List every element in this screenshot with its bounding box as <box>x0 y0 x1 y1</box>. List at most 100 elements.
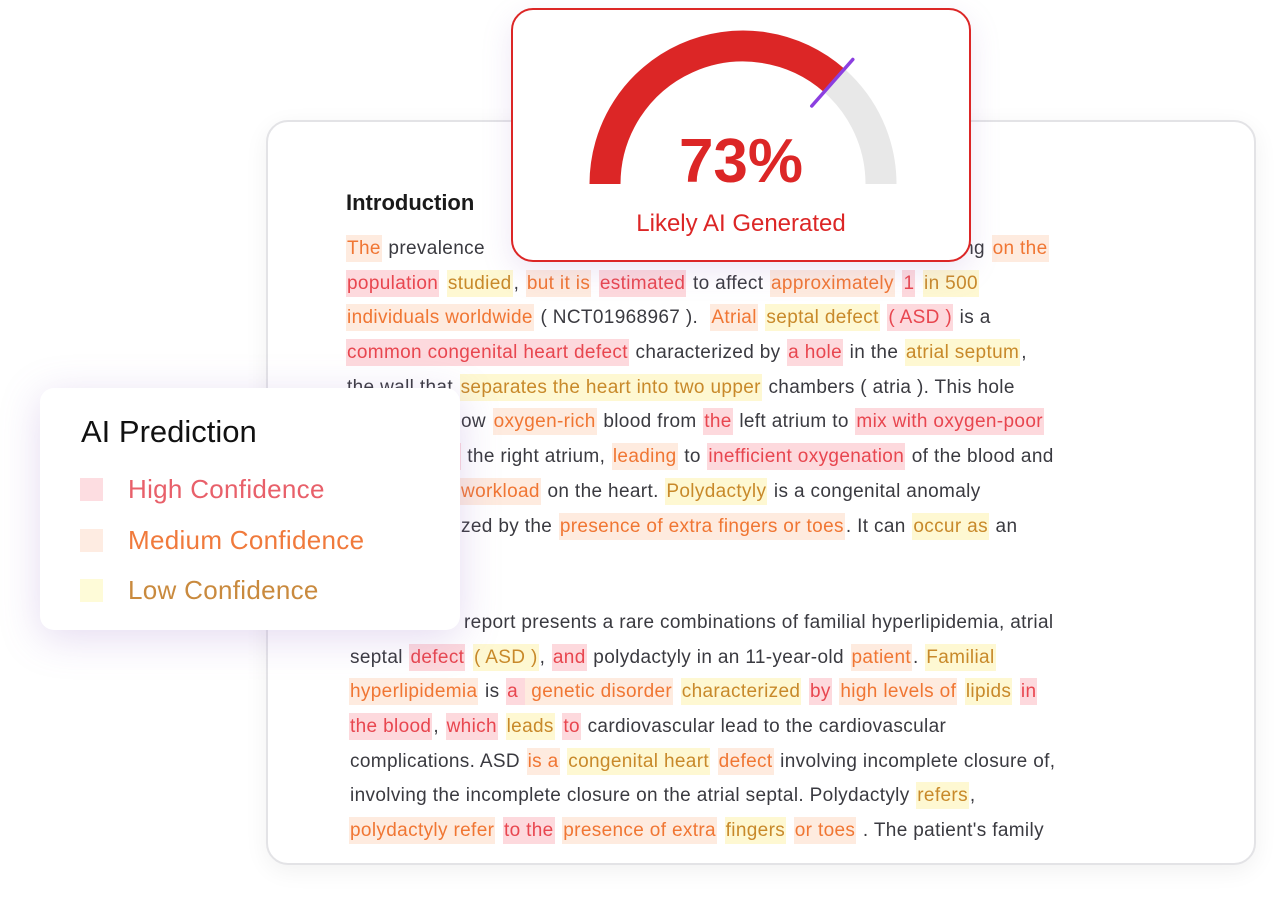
text-line: population studied, but it is estimated … <box>346 267 1055 302</box>
high-confidence-highlight: 1 <box>902 269 916 297</box>
high-confidence-highlight: common congenital heart defect <box>346 339 629 367</box>
medium-confidence-highlight: hyperlipidemia <box>349 678 479 706</box>
plain-text <box>786 817 794 844</box>
plain-text: is a congenital anomaly <box>768 480 981 502</box>
medium-confidence-highlight: high levels of <box>839 678 958 706</box>
medium-confidence-highlight: is a <box>526 747 560 775</box>
plain-text: , <box>969 785 976 807</box>
plain-text: . <box>913 646 925 668</box>
medium-confidence-highlight: presence of extra fingers or toes <box>558 512 845 540</box>
low-confidence-highlight: fingers <box>724 817 787 845</box>
high-confidence-highlight: inefficient oxygenation <box>707 443 906 471</box>
paragraph-2: report presents a rare combinations of f… <box>349 606 1056 849</box>
high-confidence-highlight: and <box>551 643 587 671</box>
text-line: septal defect ( ASD ), and polydactyly i… <box>349 641 1056 676</box>
low-confidence-highlight: characterized <box>680 678 802 706</box>
plain-text: to affect <box>687 272 770 294</box>
medium-confidence-highlight: patient <box>850 643 913 671</box>
medium-confidence-highlight: defect <box>717 747 774 775</box>
medium-confidence-highlight: leading <box>611 443 678 471</box>
plain-text: , <box>513 272 525 294</box>
low-confidence-highlight: refers <box>916 782 969 810</box>
text-line: polydactyly refer to the presence of ext… <box>349 814 1056 849</box>
high-confidence-highlight: the <box>703 408 733 436</box>
high-confidence-highlight: defect <box>409 643 466 671</box>
legend-item-medium: Medium Confidence <box>80 525 364 555</box>
plain-text <box>717 817 725 844</box>
low-confidence-highlight: congenital heart <box>567 747 711 775</box>
legend-label: Low Confidence <box>128 574 319 605</box>
plain-text: involving incomplete closure of, <box>774 750 1056 772</box>
plain-text <box>1012 678 1020 705</box>
low-confidence-highlight: separates the heart into two upper <box>459 373 762 401</box>
plain-text: . It can <box>845 515 912 537</box>
plain-text <box>673 678 681 705</box>
high-confidence-highlight: in <box>1019 678 1038 706</box>
low-confidence-highlight: ( ASD ) <box>472 643 539 671</box>
legend-title: AI Prediction <box>81 414 257 449</box>
low-confidence-highlight: atrial septum <box>904 339 1021 367</box>
plain-text: report presents a rare combinations of f… <box>464 612 1054 633</box>
high-confidence-highlight: a <box>506 678 525 706</box>
plain-text: prevalence <box>382 238 491 259</box>
document-title: Introduction <box>346 190 475 215</box>
medium-confidence-highlight: genetic disorder <box>524 678 674 706</box>
plain-text: of the blood and <box>906 446 1054 468</box>
plain-text: is a <box>954 307 991 329</box>
plain-text <box>495 817 503 844</box>
plain-text <box>465 644 473 671</box>
high-confidence-swatch <box>80 477 103 501</box>
plain-text <box>439 270 447 297</box>
plain-text <box>710 748 718 775</box>
plain-text <box>801 678 809 705</box>
gauge-percent: 73% <box>678 127 804 196</box>
high-confidence-highlight: ( ASD ) <box>887 304 954 332</box>
high-confidence-highlight: mix with oxygen-poor <box>855 408 1044 436</box>
low-confidence-highlight: septal defect <box>765 304 880 332</box>
plain-text: left atrium to <box>733 411 855 433</box>
plain-text: is <box>479 681 506 703</box>
high-confidence-highlight: population <box>346 269 440 297</box>
plain-text: cardiovascular lead to the cardiovascula… <box>581 716 947 738</box>
plain-text: an <box>989 515 1018 537</box>
plain-text <box>915 270 923 297</box>
medium-confidence-highlight: Atrial <box>710 304 758 332</box>
ai-prediction-legend: AI Prediction High Confidence Medium Con… <box>40 388 460 630</box>
plain-text: blood from <box>597 411 703 433</box>
low-confidence-highlight: occur as <box>912 512 989 540</box>
plain-text: chambers ( atria ). This hole <box>762 376 1015 398</box>
text-line: complications. ASD is a congenital heart… <box>349 745 1056 780</box>
plain-text: the right atrium, <box>461 446 611 468</box>
medium-confidence-highlight: approximately <box>770 269 895 297</box>
plain-text: . The patient's family <box>857 820 1044 842</box>
low-confidence-highlight: Familial <box>925 643 996 671</box>
ai-score-gauge-card: 73% Likely AI Generated <box>511 8 971 262</box>
low-confidence-highlight: Polydactyly <box>665 477 768 505</box>
medium-confidence-highlight: presence of extra <box>562 817 717 845</box>
plain-text: , <box>1021 342 1027 364</box>
plain-text: septal <box>350 646 409 668</box>
high-confidence-highlight: by <box>808 678 832 706</box>
text-line: common congenital heart defect character… <box>346 336 1055 371</box>
plain-text: in the <box>844 342 904 364</box>
plain-text: characterized by <box>629 342 787 364</box>
medium-confidence-highlight: polydactyly refer <box>349 817 496 845</box>
legend-item-high: High Confidence <box>80 474 325 504</box>
plain-text: on the heart. <box>541 480 665 502</box>
plain-text: zed by the <box>461 515 558 537</box>
plain-text <box>591 270 599 297</box>
text-line: the blood, which leads to cardiovascular… <box>349 710 1056 745</box>
legend-label: Medium Confidence <box>128 524 365 555</box>
medium-confidence-highlight: but it is <box>525 269 592 297</box>
medium-confidence-highlight: oxygen-rich <box>492 408 597 436</box>
low-confidence-highlight: in 500 <box>923 269 979 297</box>
high-confidence-highlight: to <box>562 713 581 741</box>
text-line: individuals worldwide ( NCT01968967 ). A… <box>346 301 1055 336</box>
plain-text: complications. ASD <box>350 750 526 772</box>
gauge-label: Likely AI Generated <box>636 210 846 237</box>
plain-text: , <box>539 646 551 668</box>
medium-confidence-highlight: or toes <box>793 817 857 845</box>
plain-text: ow <box>461 411 492 433</box>
high-confidence-highlight: which <box>445 713 498 741</box>
medium-confidence-swatch <box>80 528 103 552</box>
